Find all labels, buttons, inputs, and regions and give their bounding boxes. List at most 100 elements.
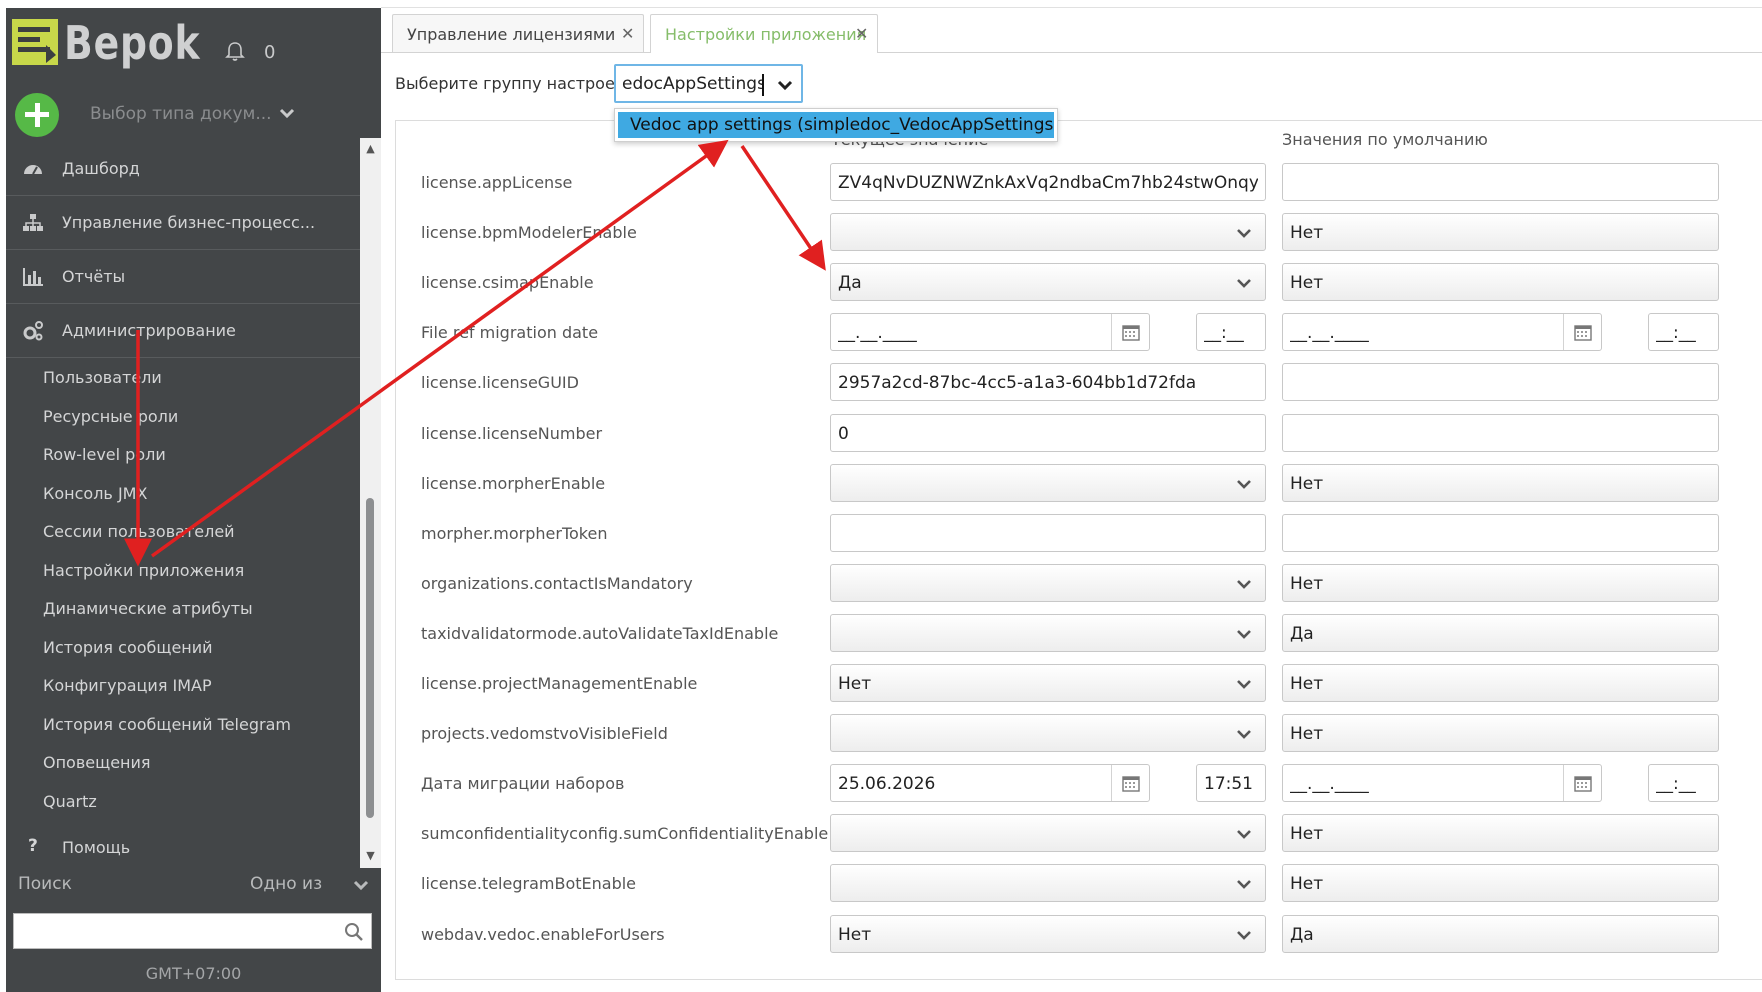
current-value-input[interactable] [830, 514, 1266, 552]
top-border [381, 0, 1762, 8]
field-text: Нет [1290, 724, 1324, 744]
setting-name: organizations.contactIsMandatory [421, 574, 693, 593]
current-value-select[interactable]: Да [830, 263, 1266, 301]
field-text: Нет [1290, 574, 1324, 594]
setting-row: license.telegramBotEnable Нет [0, 864, 1762, 904]
default-date-field: __.__.____ [1282, 313, 1602, 351]
calendar-icon [1574, 776, 1592, 792]
chevron-down-icon[interactable] [276, 102, 298, 124]
calendar-icon [1574, 325, 1592, 341]
setting-row: license.licenseGUID 2957a2cd-87bc-4cc5-a1… [0, 363, 1762, 403]
setting-row: license.bpmModelerEnable Нет [0, 213, 1762, 253]
setting-row: license.appLicense ZV4qNvDUZNWZnkAxVq2ndb… [0, 163, 1762, 203]
current-value-select[interactable] [830, 814, 1266, 852]
chevron-down-icon[interactable] [1233, 873, 1255, 895]
setting-name: license.csimapEnable [421, 273, 594, 292]
default-value-field [1282, 163, 1719, 201]
default-value-field [1282, 414, 1719, 452]
logo-icon [12, 19, 58, 65]
default-time-field: __:__ [1648, 764, 1719, 802]
current-value-select[interactable] [830, 864, 1266, 902]
calendar-button[interactable] [1563, 765, 1601, 801]
calendar-button[interactable] [1111, 765, 1149, 801]
chevron-down-icon[interactable] [1233, 723, 1255, 745]
current-value-select[interactable]: Нет [830, 664, 1266, 702]
current-value-input[interactable]: 2957a2cd-87bc-4cc5-a1a3-604bb1d72fda [830, 363, 1266, 401]
default-value-field: Нет [1282, 263, 1719, 301]
setting-name: license.bpmModelerEnable [421, 223, 637, 242]
chevron-down-icon[interactable] [1233, 623, 1255, 645]
current-date-input[interactable]: __.__.____ [830, 313, 1150, 351]
setting-name: license.licenseNumber [421, 424, 603, 443]
settings-group-select[interactable]: edocAppSettings [614, 64, 803, 103]
dropdown-option[interactable]: Vedoc app settings (simpledoc_VedocAppSe… [618, 112, 1054, 138]
current-value-select[interactable] [830, 464, 1266, 502]
chevron-down-icon[interactable] [1233, 272, 1255, 294]
default-value-field: Нет [1282, 664, 1719, 702]
chevron-down-icon[interactable] [1233, 573, 1255, 595]
current-value-input[interactable]: 0 [830, 414, 1266, 452]
current-value-input[interactable]: ZV4qNvDUZNWZnkAxVq2ndbaCm7hb24stwOnqy/F4 [830, 163, 1266, 201]
default-value-field: Нет [1282, 464, 1719, 502]
bell-icon[interactable] [224, 40, 246, 62]
setting-row: sumconfidentialityconfig.sumConfidential… [0, 814, 1762, 854]
setting-name: Дата миграции наборов [421, 774, 625, 793]
setting-name: taxidvalidatormode.autoValidateTaxIdEnab… [421, 624, 779, 643]
doctype-selector[interactable]: Выбор типа докум... [6, 90, 381, 142]
scroll-up-arrow-icon[interactable]: ▲ [364, 142, 377, 155]
column-header-default: Значения по умолчанию [1282, 130, 1488, 149]
setting-row: taxidvalidatormode.autoValidateTaxIdEnab… [0, 614, 1762, 654]
field-text: 17:51 [1204, 774, 1253, 794]
current-value-select[interactable] [830, 714, 1266, 752]
field-text: Нет [1290, 824, 1324, 844]
tab-app-settings[interactable]: Настройки приложения ✕ [650, 14, 878, 53]
close-icon[interactable]: ✕ [855, 24, 868, 43]
create-document-button[interactable] [15, 93, 59, 137]
logo-text: Bepok [64, 16, 201, 70]
notification-count: 0 [264, 42, 276, 63]
tab-license-management[interactable]: Управление лицензиями ✕ [392, 14, 644, 52]
setting-row: webdav.vedoc.enableForUsers Нет Да [0, 915, 1762, 955]
setting-name: webdav.vedoc.enableForUsers [421, 925, 665, 944]
chevron-down-icon[interactable] [774, 74, 796, 96]
chevron-down-icon[interactable] [1233, 473, 1255, 495]
doctype-placeholder: Выбор типа докум... [90, 104, 272, 124]
default-value-field [1282, 514, 1719, 552]
field-text: Нет [1290, 674, 1324, 694]
tab-label: Управление лицензиями [407, 25, 616, 44]
chevron-down-icon[interactable] [1233, 673, 1255, 695]
default-value-field: Нет [1282, 814, 1719, 852]
setting-row: Дата миграции наборов 25.06.2026 17:51 __._… [0, 764, 1762, 804]
field-text: __:__ [1656, 323, 1696, 343]
calendar-button[interactable] [1111, 314, 1149, 350]
setting-name: license.morpherEnable [421, 474, 606, 493]
close-icon[interactable]: ✕ [621, 24, 634, 43]
current-time-input[interactable]: __:__ [1196, 313, 1266, 351]
setting-row: license.csimapEnable Да Нет [0, 263, 1762, 303]
field-text: Да [1290, 624, 1314, 644]
chevron-down-icon[interactable] [1233, 222, 1255, 244]
current-date-input[interactable]: 25.06.2026 [830, 764, 1150, 802]
field-text: __:__ [1656, 774, 1696, 794]
field-text: Да [838, 273, 862, 293]
field-text: Нет [1290, 474, 1324, 494]
setting-name: sumconfidentialityconfig.sumConfidential… [421, 824, 829, 843]
field-text: __.__.____ [838, 323, 917, 343]
current-time-input[interactable]: 17:51 [1196, 764, 1266, 802]
calendar-button[interactable] [1563, 314, 1601, 350]
default-date-field: __.__.____ [1282, 764, 1602, 802]
current-value-select[interactable] [830, 213, 1266, 251]
settings-group-value[interactable]: edocAppSettings [622, 74, 764, 94]
setting-row: File ref migration date __.__.____ __:__ __… [0, 313, 1762, 353]
chevron-down-icon[interactable] [1233, 823, 1255, 845]
current-value-select[interactable] [830, 614, 1266, 652]
default-value-field: Нет [1282, 564, 1719, 602]
setting-name: license.appLicense [421, 173, 573, 192]
field-text: Нет [838, 674, 872, 694]
default-value-field: Да [1282, 915, 1719, 953]
current-value-select[interactable] [830, 564, 1266, 602]
setting-name: morpher.morpherToken [421, 524, 608, 543]
chevron-down-icon[interactable] [1233, 924, 1255, 946]
current-value-select[interactable]: Нет [830, 915, 1266, 953]
field-text: Нет [1290, 273, 1324, 293]
